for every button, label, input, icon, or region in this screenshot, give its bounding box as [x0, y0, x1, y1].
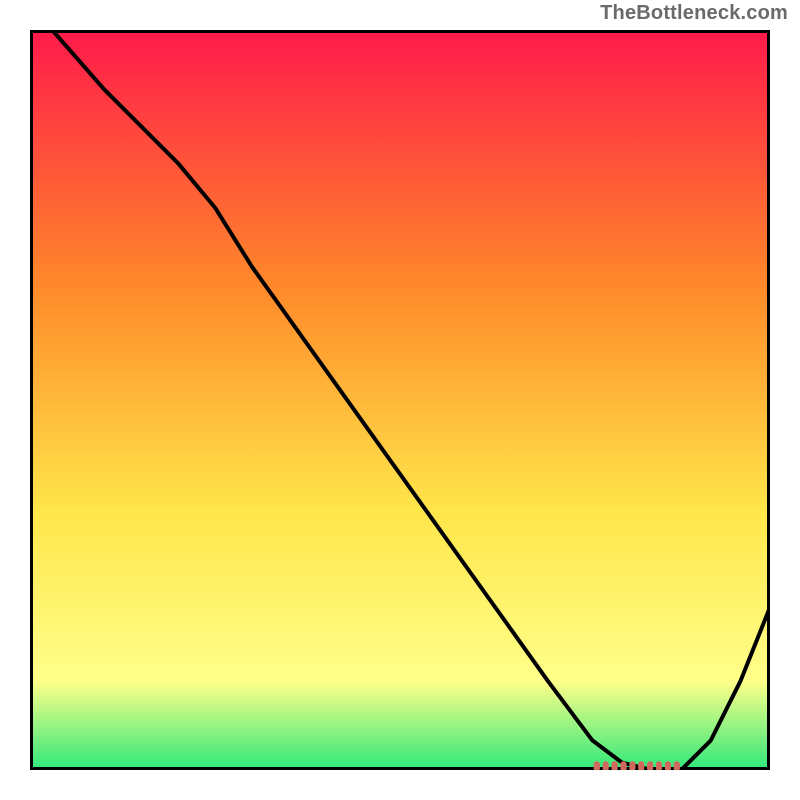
marker-dash — [603, 761, 609, 770]
marker-dash — [594, 761, 600, 770]
chart-container: TheBottleneck.com — [0, 0, 800, 800]
marker-dash — [647, 761, 653, 770]
marker-dash — [674, 761, 680, 770]
marker-dash — [656, 761, 662, 770]
marker-dash — [665, 761, 671, 770]
marker-dash — [612, 761, 618, 770]
marker-dash — [638, 761, 644, 770]
marker-dash — [629, 761, 635, 770]
watermark-text: TheBottleneck.com — [600, 2, 788, 25]
marker-dash — [620, 761, 626, 770]
gradient-background — [30, 30, 770, 770]
plot-area — [30, 30, 770, 770]
chart-svg — [30, 30, 770, 770]
